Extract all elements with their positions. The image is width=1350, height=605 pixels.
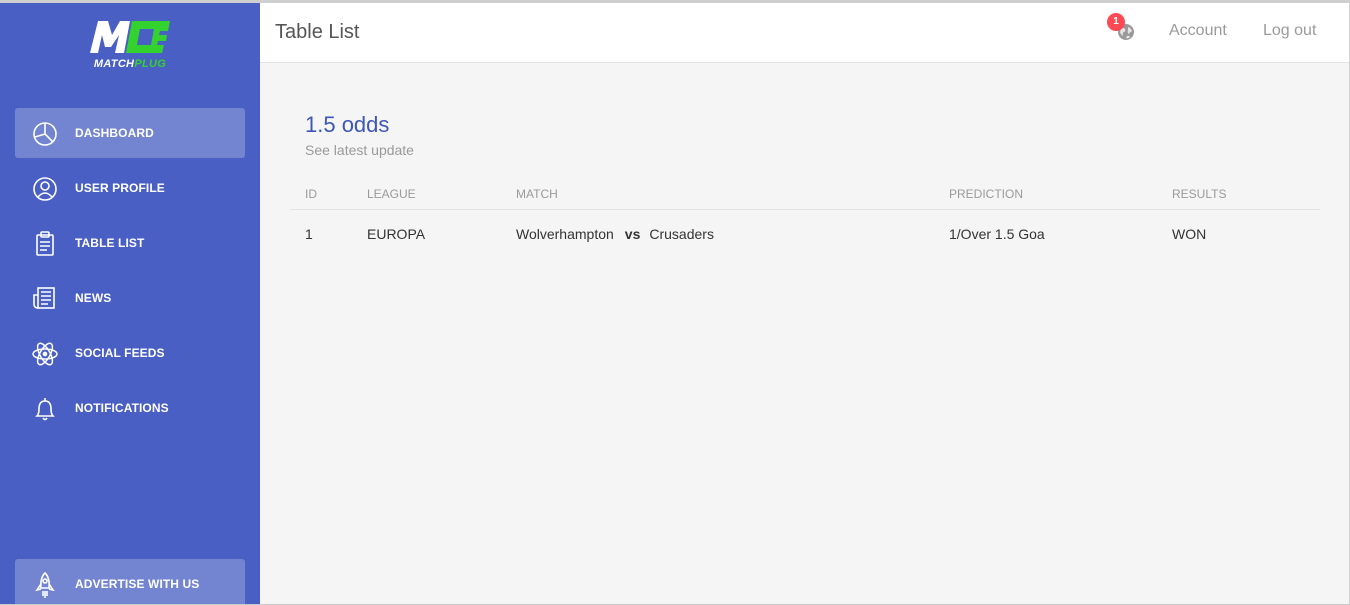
away-team: Crusaders	[649, 226, 714, 242]
cell-prediction: 1/Over 1.5 Goa	[949, 226, 1045, 242]
page-title: Table List	[275, 21, 360, 43]
rocket-icon	[31, 571, 59, 599]
app-page: MATCHPLUG DASHBOARD USER PROFILE TABLE L…	[0, 0, 1350, 605]
sidebar-item-label: DASHBOARD	[75, 126, 154, 140]
sidebar-item-notifications[interactable]: NOTIFICATIONS	[15, 383, 245, 433]
card-subtitle: See latest update	[305, 142, 414, 158]
table-header: ID LEAGUE MATCH PREDICTION RESULTS	[290, 186, 1320, 210]
cell-id: 1	[305, 226, 313, 242]
brand-wordmark: MATCHPLUG	[93, 58, 167, 70]
sidebar-item-label: TABLE LIST	[75, 236, 145, 250]
matchplug-logo-icon	[90, 21, 170, 53]
top-navbar: Table List 1 Account Log out	[260, 3, 1349, 63]
column-header-league: LEAGUE	[367, 187, 416, 201]
clipboard-icon	[31, 230, 59, 258]
sidebar-item-table-list[interactable]: TABLE LIST	[15, 218, 245, 268]
sidebar-item-dashboard[interactable]: DASHBOARD	[15, 108, 245, 158]
cell-match: Wolverhampton vs Crusaders	[516, 225, 714, 243]
bell-icon	[31, 395, 59, 423]
sidebar-item-label: USER PROFILE	[75, 181, 165, 195]
advertise-button[interactable]: ADVERTISE WITH US	[15, 559, 245, 604]
brand-logo[interactable]: MATCHPLUG	[84, 17, 176, 73]
table-row: 1 EUROPA Wolverhampton vs Crusaders 1/Over…	[290, 225, 1320, 247]
notification-count-badge: 1	[1107, 13, 1125, 31]
sidebar: MATCHPLUG DASHBOARD USER PROFILE TABLE L…	[0, 3, 260, 604]
atom-icon	[31, 340, 59, 368]
column-header-prediction: PREDICTION	[949, 187, 1024, 201]
column-header-results: RESULTS	[1172, 187, 1227, 201]
column-header-id: ID	[305, 187, 317, 201]
user-icon	[31, 175, 59, 203]
column-header-match: MATCH	[516, 187, 558, 201]
cell-league: EUROPA	[367, 226, 426, 242]
account-link[interactable]: Account	[1169, 22, 1227, 40]
home-team: Wolverhampton	[516, 226, 614, 242]
sidebar-item-news[interactable]: NEWS	[15, 273, 245, 323]
advertise-label: ADVERTISE WITH US	[75, 577, 200, 591]
sidebar-item-user-profile[interactable]: USER PROFILE	[15, 163, 245, 213]
sidebar-nav: DASHBOARD USER PROFILE TABLE LIST NEWS S…	[15, 108, 245, 438]
sidebar-item-label: SOCIAL FEEDS	[75, 346, 165, 360]
newspaper-icon	[31, 285, 59, 313]
sidebar-item-social-feeds[interactable]: SOCIAL FEEDS	[15, 328, 245, 378]
pie-chart-icon	[31, 120, 59, 148]
logout-link[interactable]: Log out	[1263, 22, 1316, 40]
versus-label: vs	[624, 226, 641, 242]
sidebar-item-label: NOTIFICATIONS	[75, 401, 169, 415]
card-title: 1.5 odds	[305, 112, 390, 137]
cell-result: WON	[1172, 226, 1207, 242]
notifications-toggle[interactable]: 1	[1107, 13, 1137, 43]
sidebar-item-label: NEWS	[75, 291, 112, 305]
